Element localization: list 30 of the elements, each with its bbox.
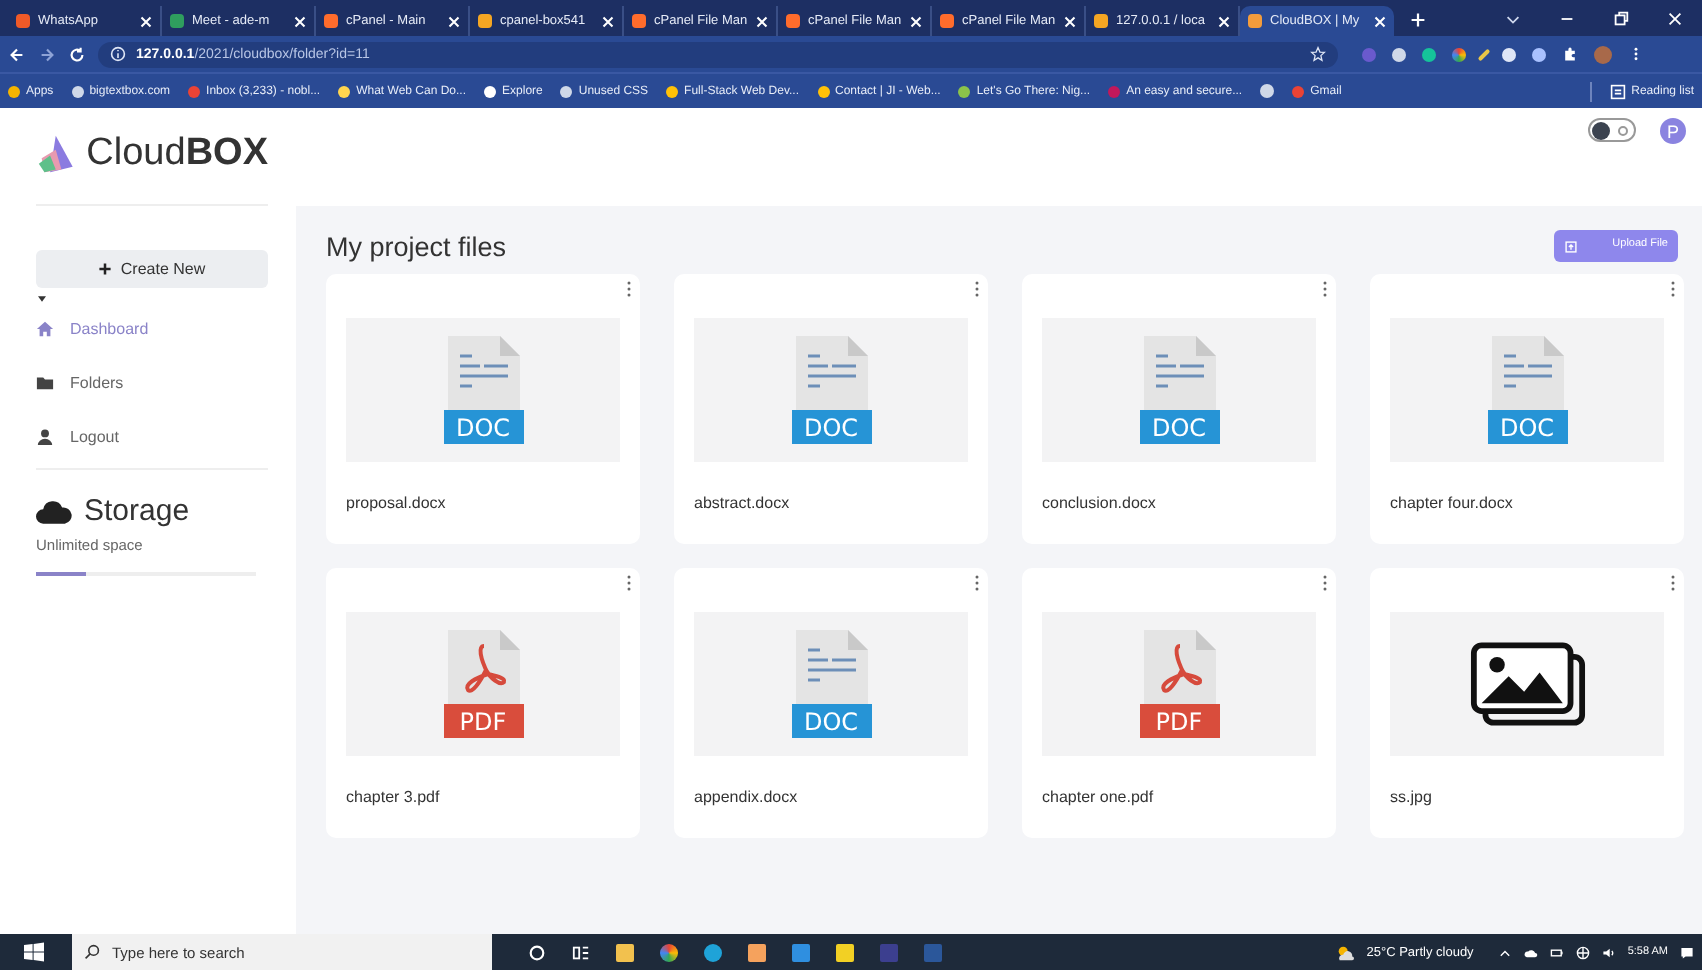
file-card[interactable]: PDF chapter one.pdf [1022,568,1336,838]
file-name: proposal.docx [346,494,448,512]
file-type-label: DOC [791,704,871,738]
file-name: conclusion.docx [1042,494,1158,512]
file-type-label: DOC [1487,410,1567,444]
file-name: chapter one.pdf [1042,788,1156,806]
file-card[interactable]: DOC abstract.docx [674,274,988,544]
file-name: chapter four.docx [1390,494,1515,512]
storage-title: Storage [84,494,190,528]
file-type-label: PDF [1139,704,1219,738]
file-card[interactable]: DOC conclusion.docx [1022,274,1336,544]
create-new-button[interactable]: Create New [36,250,268,288]
file-name: abstract.docx [694,494,792,512]
nav-item[interactable]: Folders [36,356,268,410]
file-card[interactable]: DOC chapter four.docx [1370,274,1684,544]
file-type-label: DOC [443,410,523,444]
nav-item[interactable]: Dashboard [36,302,268,356]
file-type-label: PDF [443,704,523,738]
nav-item[interactable]: Logout [36,410,268,464]
file-card[interactable]: PDF chapter 3.pdf [326,568,640,838]
file-card[interactable]: DOC appendix.docx [674,568,988,838]
file-name: ss.jpg [1390,788,1434,806]
file-type-label: DOC [1139,410,1219,444]
brand-name: CloudBOX [86,132,268,176]
file-type-label: DOC [791,410,871,444]
file-name: appendix.docx [694,788,800,806]
file-name: chapter 3.pdf [346,788,442,806]
file-card[interactable]: DOC proposal.docx [326,274,640,544]
page-heading: My project files [326,231,507,261]
file-card[interactable]: ss.jpg [1370,568,1684,838]
